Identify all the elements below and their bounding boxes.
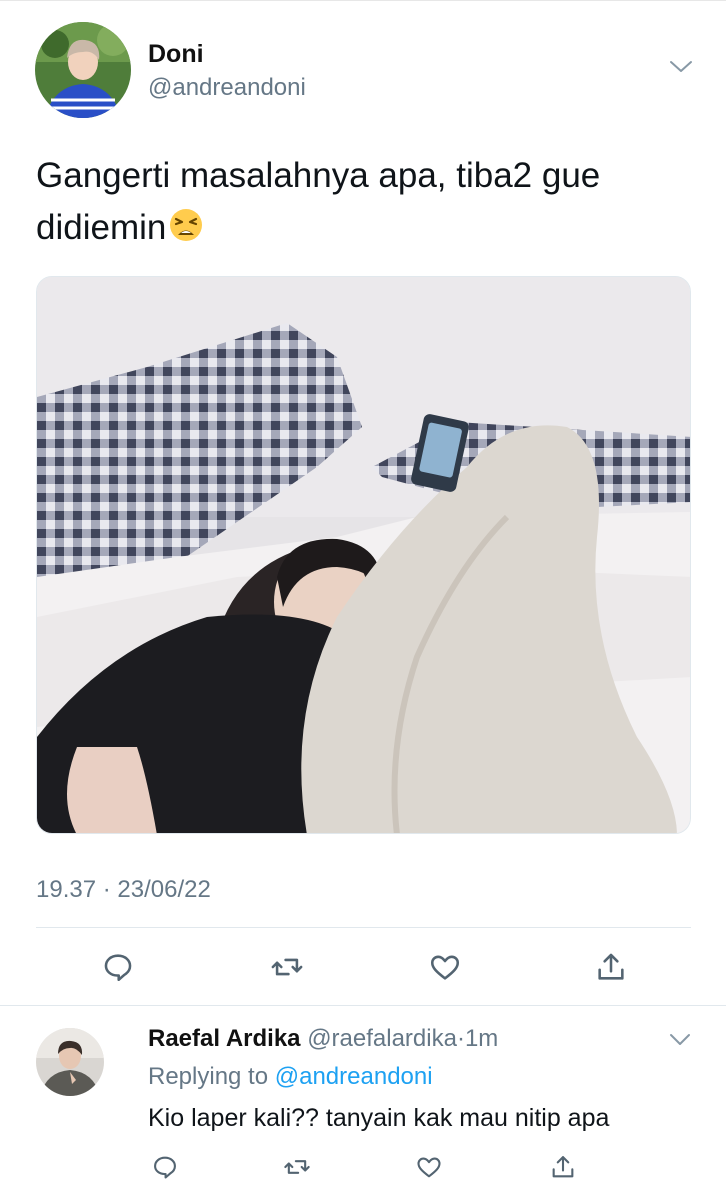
author-avatar[interactable] (35, 22, 131, 118)
divider (0, 1005, 726, 1006)
reply-reply-button[interactable] (150, 1152, 180, 1182)
reply-icon (154, 1156, 176, 1179)
replying-to-label: Replying to (148, 1063, 269, 1090)
reply-share-button[interactable] (548, 1152, 578, 1182)
top-divider (0, 0, 726, 1)
reply-like-button[interactable] (414, 1152, 444, 1182)
chevron-down-icon[interactable] (668, 58, 694, 76)
divider (36, 927, 691, 928)
author-name[interactable]: Doni (148, 40, 204, 69)
share-icon (552, 1156, 574, 1178)
reply-author-avatar[interactable] (36, 1028, 104, 1096)
like-button[interactable] (427, 949, 463, 985)
retweet-button[interactable] (269, 949, 305, 985)
reply-author-handle[interactable]: @raefalardika (307, 1025, 457, 1052)
replying-to: Replying to @andreandoni (148, 1063, 433, 1091)
retweet-icon (284, 1160, 310, 1174)
like-icon (417, 1157, 441, 1178)
share-button[interactable] (593, 949, 629, 985)
reply-header: Raefal Ardika @raefalardika·1m (148, 1025, 498, 1053)
tweet-text-content: Gangerti masalahnya apa, tiba2 gue didie… (36, 156, 601, 247)
retweet-icon (271, 958, 303, 976)
tweet-photo[interactable] (36, 276, 691, 834)
share-icon (598, 953, 624, 980)
separator: · (456, 1025, 465, 1052)
reply-author-name[interactable]: Raefal Ardika (148, 1025, 301, 1052)
tweet-text: Gangerti masalahnya apa, tiba2 gue didie… (36, 150, 696, 254)
weary-face-emoji (168, 206, 204, 242)
reply-button[interactable] (100, 949, 136, 985)
reply-icon (104, 954, 132, 982)
reply-retweet-button[interactable] (282, 1152, 312, 1182)
reply-text: Kio laper kali?? tanyain kak mau nitip a… (148, 1104, 610, 1132)
reply-time[interactable]: 1m (465, 1025, 498, 1052)
chevron-down-icon[interactable] (668, 1032, 692, 1048)
like-icon (430, 955, 460, 980)
replying-to-handle[interactable]: @andreandoni (275, 1063, 433, 1090)
tweet-timestamp[interactable]: 19.37 · 23/06/22 (36, 876, 211, 904)
author-handle[interactable]: @andreandoni (148, 74, 306, 102)
